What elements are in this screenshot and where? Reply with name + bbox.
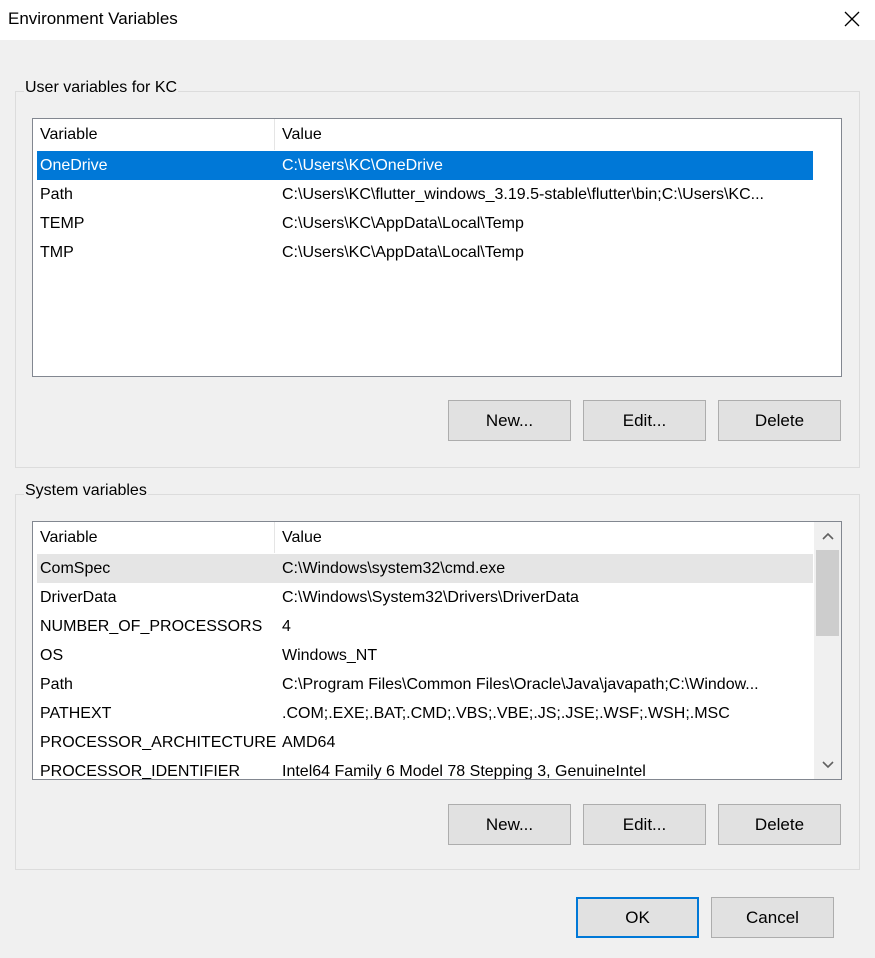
user-delete-button[interactable]: Delete: [718, 400, 841, 441]
row-variable: Path: [40, 675, 73, 693]
table-row-driverdata[interactable]: DriverData C:\Windows\System32\Drivers\D…: [37, 583, 813, 612]
row-value: Intel64 Family 6 Model 78 Stepping 3, Ge…: [282, 762, 646, 780]
column-header-value[interactable]: Value: [275, 119, 814, 150]
window-title: Environment Variables: [8, 9, 178, 28]
row-variable: PATHEXT: [40, 704, 112, 722]
row-variable: NUMBER_OF_PROCESSORS: [40, 617, 263, 635]
scrollbar-thumb[interactable]: [816, 550, 839, 636]
user-variables-list[interactable]: Variable Value OneDrive C:\Users\KC\OneD…: [32, 118, 842, 377]
row-variable: TEMP: [40, 214, 85, 232]
row-value: .COM;.EXE;.BAT;.CMD;.VBS;.VBE;.JS;.JSE;.…: [282, 704, 730, 722]
system-new-button[interactable]: New...: [448, 804, 571, 845]
list-header: Variable Value: [33, 522, 814, 553]
chevron-up-icon: [821, 532, 834, 540]
table-row-pathext[interactable]: PATHEXT .COM;.EXE;.BAT;.CMD;.VBS;.VBE;.J…: [37, 699, 813, 728]
cancel-button[interactable]: Cancel: [711, 897, 834, 938]
row-variable: OneDrive: [40, 156, 108, 174]
row-value: C:\Users\KC\flutter_windows_3.19.5-stabl…: [282, 185, 764, 203]
chevron-down-icon: [821, 761, 834, 769]
system-edit-button[interactable]: Edit...: [583, 804, 706, 845]
user-new-button[interactable]: New...: [448, 400, 571, 441]
row-variable: Path: [40, 185, 73, 203]
table-row-path[interactable]: Path C:\Users\KC\flutter_windows_3.19.5-…: [37, 180, 813, 209]
column-header-variable[interactable]: Variable: [33, 119, 275, 150]
row-value: AMD64: [282, 733, 336, 751]
close-button[interactable]: [829, 0, 875, 38]
row-variable: PROCESSOR_IDENTIFIER: [40, 762, 241, 780]
row-variable: TMP: [40, 243, 74, 261]
scroll-up-button[interactable]: [814, 523, 841, 549]
table-row-processor-identifier[interactable]: PROCESSOR_IDENTIFIER Intel64 Family 6 Mo…: [37, 757, 813, 780]
list-header: Variable Value: [33, 119, 814, 150]
row-value: C:\Windows\System32\Drivers\DriverData: [282, 588, 579, 606]
row-variable: OS: [40, 646, 64, 664]
table-row-temp[interactable]: TEMP C:\Users\KC\AppData\Local\Temp: [37, 209, 813, 238]
table-row-os[interactable]: OS Windows_NT: [37, 641, 813, 670]
table-row-number-of-processors[interactable]: NUMBER_OF_PROCESSORS 4: [37, 612, 813, 641]
row-variable: ComSpec: [40, 559, 111, 577]
row-value: C:\Program Files\Common Files\Oracle\Jav…: [282, 675, 759, 693]
table-row-onedrive[interactable]: OneDrive C:\Users\KC\OneDrive: [37, 151, 813, 180]
close-icon: [844, 11, 860, 27]
user-edit-button[interactable]: Edit...: [583, 400, 706, 441]
table-row-path[interactable]: Path C:\Program Files\Common Files\Oracl…: [37, 670, 813, 699]
row-value: Windows_NT: [282, 646, 378, 664]
column-header-variable[interactable]: Variable: [33, 522, 275, 553]
row-variable: PROCESSOR_ARCHITECTURE: [40, 733, 277, 751]
ok-button[interactable]: OK: [576, 897, 699, 938]
column-header-value[interactable]: Value: [275, 522, 814, 553]
system-variables-list[interactable]: Variable Value ComSpec C:\Windows\system…: [32, 521, 842, 780]
user-variables-label: User variables for KC: [24, 79, 179, 97]
title-bar: Environment Variables: [0, 0, 875, 40]
row-value: C:\Users\KC\OneDrive: [282, 156, 443, 174]
row-value: C:\Users\KC\AppData\Local\Temp: [282, 243, 524, 261]
row-value: C:\Windows\system32\cmd.exe: [282, 559, 506, 577]
system-delete-button[interactable]: Delete: [718, 804, 841, 845]
row-value: 4: [282, 617, 291, 635]
table-row-tmp[interactable]: TMP C:\Users\KC\AppData\Local\Temp: [37, 238, 813, 267]
row-value: C:\Users\KC\AppData\Local\Temp: [282, 214, 524, 232]
scroll-down-button[interactable]: [814, 752, 841, 778]
table-row-processor-architecture[interactable]: PROCESSOR_ARCHITECTURE AMD64: [37, 728, 813, 757]
vertical-scrollbar[interactable]: [814, 522, 841, 779]
row-variable: DriverData: [40, 588, 117, 606]
system-variables-label: System variables: [24, 482, 148, 500]
table-row-comspec[interactable]: ComSpec C:\Windows\system32\cmd.exe: [37, 554, 813, 583]
